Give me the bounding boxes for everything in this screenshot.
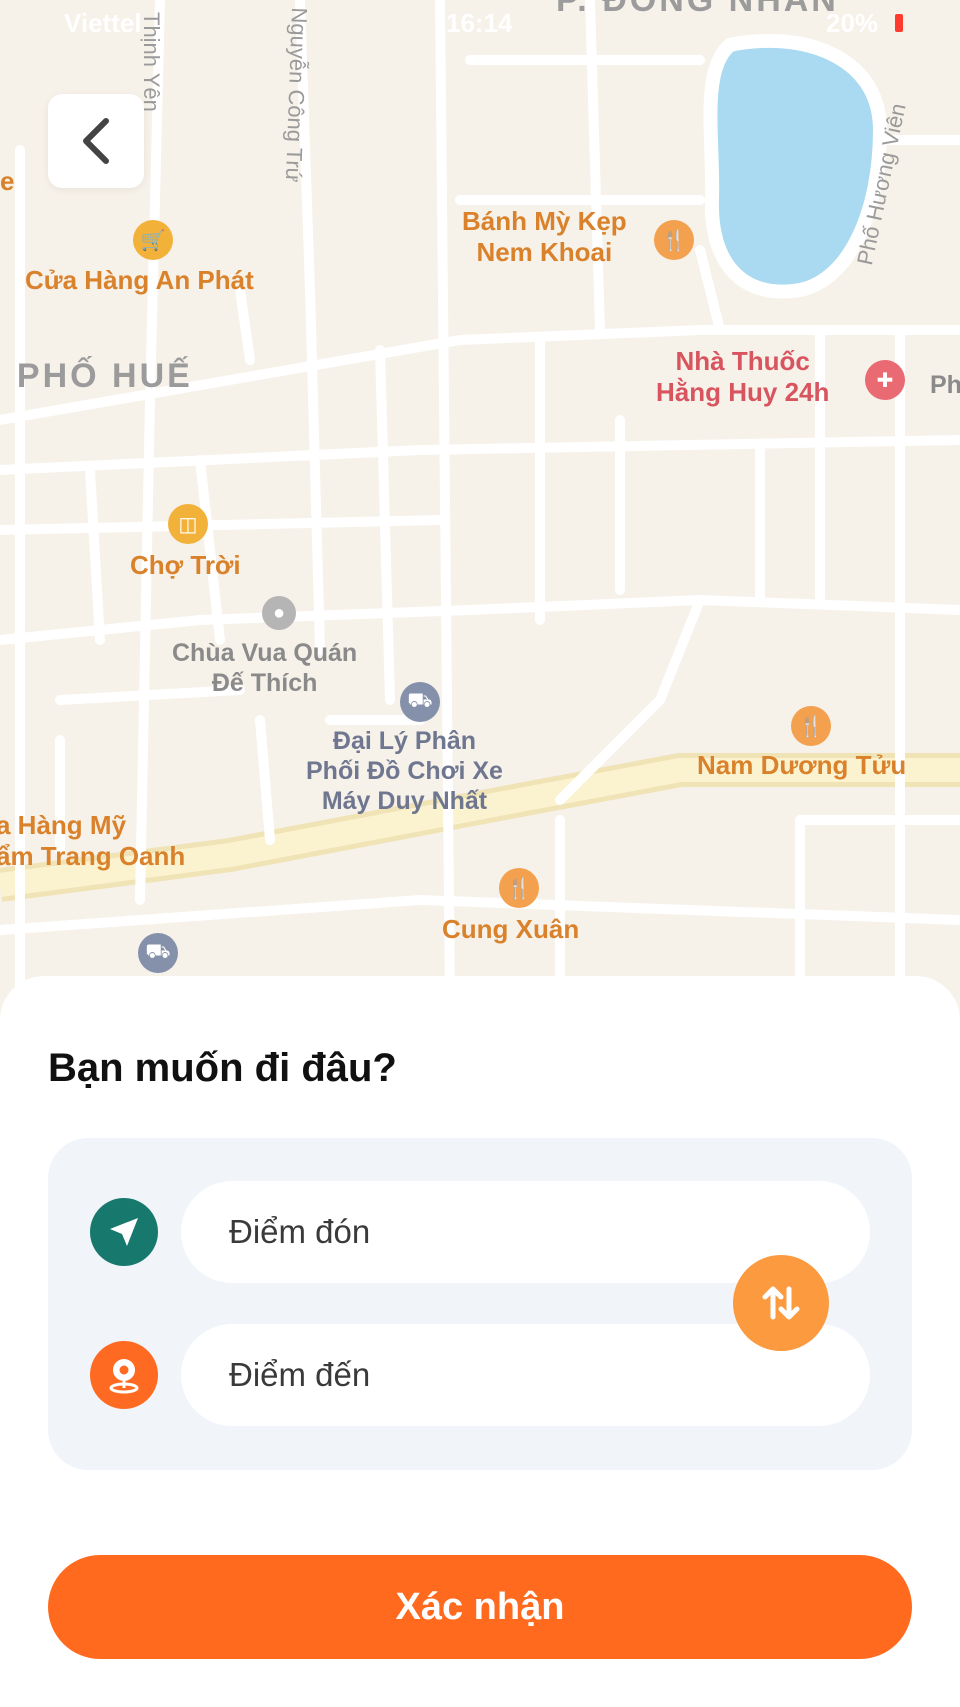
poi-label[interactable]: Chợ Trời <box>130 550 241 581</box>
district-label: . PHỐ HUẾ <box>0 357 193 395</box>
poi-label[interactable]: a Hàng Mỹ ẩm Trang Oanh <box>0 810 185 872</box>
restaurant-icon[interactable]: 🍴 <box>499 868 539 908</box>
back-button[interactable] <box>48 94 144 188</box>
market-basket-icon[interactable]: ◫ <box>168 504 208 544</box>
route-card <box>48 1138 912 1470</box>
location-pin-icon <box>90 1341 158 1409</box>
route-sheet: Bạn muốn đi đâu? Xác nhận <box>0 976 960 1707</box>
pharmacy-icon[interactable]: ✚ <box>865 360 905 400</box>
navigation-arrow-icon <box>90 1198 158 1266</box>
poi-label[interactable]: Cửa Hàng An Phát <box>25 265 254 296</box>
restaurant-icon[interactable]: 🍴 <box>654 220 694 260</box>
place-icon[interactable]: ● <box>262 596 296 630</box>
confirm-button[interactable]: Xác nhận <box>48 1555 912 1659</box>
car-dealer-icon[interactable]: ⛟ <box>138 933 178 973</box>
street-label: Thịnh Yên <box>139 12 164 112</box>
poi-label[interactable]: Nam Dương Tửu <box>697 750 906 781</box>
swap-button[interactable] <box>733 1255 829 1351</box>
sheet-title: Bạn muốn đi đâu? <box>48 1046 397 1090</box>
district-label: P. ĐỒNG NHÂN <box>556 0 839 19</box>
poi-label[interactable]: Chùa Vua Quán Đế Thích <box>172 638 357 698</box>
map-edge-label: Ph <box>930 371 960 399</box>
poi-label[interactable]: Nhà Thuốc Hằng Huy 24h <box>656 346 829 408</box>
swap-arrows-icon <box>762 1286 800 1320</box>
battery-icon <box>895 14 903 32</box>
chevron-left-icon <box>83 118 109 164</box>
car-dealer-icon[interactable]: ⛟ <box>400 682 440 722</box>
carrier-label: Viettel <box>64 8 142 38</box>
clock: 16:14 <box>446 8 513 38</box>
restaurant-icon[interactable]: 🍴 <box>791 706 831 746</box>
map-view[interactable]: Viettel 16:14 20% P. ĐỒNG NHÂN . PHỐ HUẾ… <box>0 0 960 1000</box>
poi-label[interactable]: Bánh Mỳ Kẹp Nem Khoai <box>462 206 627 268</box>
poi-label[interactable]: Cung Xuân <box>442 914 579 945</box>
map-edge-label: e <box>0 166 15 196</box>
shopping-cart-icon[interactable]: 🛒 <box>133 220 173 260</box>
poi-label[interactable]: Đại Lý Phân Phối Đồ Chơi Xe Máy Duy Nhất <box>306 726 503 816</box>
